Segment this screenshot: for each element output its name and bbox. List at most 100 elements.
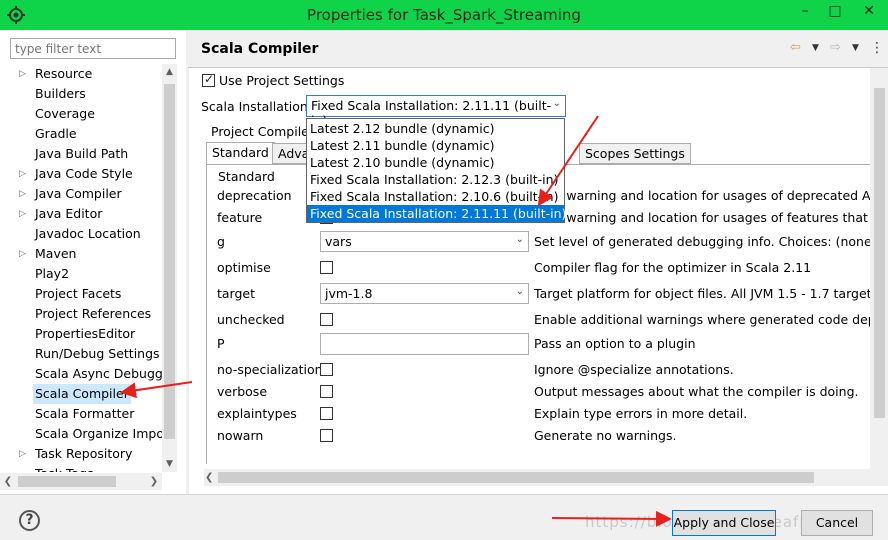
option-text-input[interactable] bbox=[320, 333, 529, 355]
expand-caret-icon[interactable]: ▷ bbox=[19, 204, 26, 224]
tree-item[interactable]: Javadoc Location bbox=[0, 224, 162, 244]
tree-item[interactable]: Coverage bbox=[0, 104, 162, 124]
chevron-down-icon: ⌄ bbox=[515, 286, 524, 297]
maximize-button[interactable]: □ bbox=[820, 0, 850, 22]
tree-horizontal-scrollbar[interactable]: ❮ ❯ bbox=[0, 473, 162, 490]
tree-item[interactable]: Project Facets bbox=[0, 284, 162, 304]
content-vertical-scrollbar[interactable] bbox=[870, 68, 888, 469]
tree-item[interactable]: ▷ Maven bbox=[0, 244, 162, 264]
option-name: deprecation bbox=[217, 188, 292, 203]
tree-item[interactable]: ▷ Java Code Style bbox=[0, 164, 162, 184]
tree-item[interactable]: Java Build Path bbox=[0, 144, 162, 164]
option-checkbox[interactable] bbox=[320, 363, 333, 376]
tree-item[interactable]: Run/Debug Settings bbox=[0, 344, 162, 364]
scroll-thumb[interactable] bbox=[874, 88, 885, 418]
dropdown-option[interactable]: Latest 2.11 bundle (dynamic) bbox=[307, 137, 564, 154]
use-project-settings-checkbox[interactable] bbox=[202, 72, 215, 87]
option-checkbox[interactable] bbox=[320, 313, 333, 326]
tree-item[interactable]: ▷ Resource bbox=[0, 64, 162, 84]
help-icon[interactable]: ? bbox=[19, 510, 40, 531]
cancel-button[interactable]: Cancel bbox=[801, 510, 873, 536]
back-arrow-icon[interactable]: ⇦ bbox=[790, 40, 801, 55]
tree-item-label: Java Editor bbox=[35, 206, 103, 221]
expand-caret-icon[interactable]: ▷ bbox=[19, 184, 26, 204]
use-project-settings-label: Use Project Settings bbox=[219, 73, 345, 88]
tree-item[interactable]: PropertiesEditor bbox=[0, 324, 162, 344]
option-checkbox[interactable] bbox=[320, 261, 333, 274]
tree-item-label: Gradle bbox=[35, 126, 77, 141]
scroll-right-icon[interactable]: ❯ bbox=[146, 473, 162, 490]
tree-item-label: Project References bbox=[35, 306, 152, 321]
option-row: unchecked Enable additional warnings wher… bbox=[207, 309, 888, 331]
dropdown-option[interactable]: Fixed Scala Installation: 2.12.3 (built-… bbox=[307, 171, 564, 188]
option-select[interactable]: vars ⌄ bbox=[320, 231, 529, 252]
option-name: optimise bbox=[217, 260, 271, 275]
scroll-thumb[interactable] bbox=[18, 476, 116, 487]
option-row: nowarn Generate no warnings. bbox=[207, 425, 888, 447]
apply-and-close-button[interactable]: Apply and Close bbox=[672, 510, 776, 536]
tree-item[interactable]: Play2 bbox=[0, 264, 162, 284]
scroll-down-icon[interactable]: ▼ bbox=[162, 456, 177, 472]
back-menu-icon[interactable]: ▼ bbox=[812, 43, 819, 53]
option-description: Set level of generated debugging info. C… bbox=[534, 234, 888, 249]
tree-item-label: Task Tags bbox=[35, 464, 94, 472]
option-row: explaintypes Explain type errors in more … bbox=[207, 403, 888, 425]
tree-item-label: Scala Formatter bbox=[35, 406, 135, 421]
tree-vertical-scrollbar[interactable]: ▲ ▼ bbox=[162, 64, 177, 472]
right-panel: Scala Compiler ⇦ ▼ ⇨ ▼ ⋮ Use Project Set… bbox=[188, 30, 888, 494]
tree-item[interactable]: ▷ Task Repository bbox=[0, 444, 162, 464]
view-menu-icon[interactable]: ⋮ bbox=[870, 40, 884, 56]
tree-item[interactable]: Gradle bbox=[0, 124, 162, 144]
tree-item[interactable]: Scala Formatter bbox=[0, 404, 162, 424]
option-description: Output messages about what the compiler … bbox=[534, 384, 859, 399]
expand-caret-icon[interactable]: ▷ bbox=[19, 244, 26, 264]
tree-item[interactable]: Project References bbox=[0, 304, 162, 324]
tree-item[interactable]: Task Tags bbox=[0, 464, 162, 472]
option-name: P bbox=[217, 336, 225, 351]
scroll-thumb[interactable] bbox=[164, 84, 175, 439]
filter-input[interactable] bbox=[10, 38, 176, 59]
option-checkbox[interactable] bbox=[320, 429, 333, 442]
tree-item[interactable]: ▷ Java Compiler bbox=[0, 184, 162, 204]
option-select[interactable]: jvm-1.8 ⌄ bbox=[320, 283, 529, 304]
tree-item-label: Run/Debug Settings bbox=[35, 346, 160, 361]
dropdown-option[interactable]: Latest 2.12 bundle (dynamic) bbox=[307, 120, 564, 137]
tab-scopes-settings[interactable]: Scopes Settings bbox=[579, 143, 691, 164]
dropdown-option[interactable]: Fixed Scala Installation: 2.11.11 (built… bbox=[307, 205, 566, 222]
forward-menu-icon[interactable]: ▼ bbox=[852, 43, 859, 53]
tree-item-label: Maven bbox=[35, 246, 77, 261]
minimize-button[interactable]: – bbox=[790, 0, 820, 22]
expand-caret-icon[interactable]: ▷ bbox=[19, 64, 26, 84]
tree-item-label: Task Repository bbox=[35, 446, 133, 461]
expand-caret-icon[interactable]: ▷ bbox=[19, 444, 26, 464]
content-horizontal-scrollbar[interactable]: ❮ bbox=[204, 469, 888, 486]
option-row: target jvm-1.8 ⌄ Target platform for object… bbox=[207, 283, 888, 305]
option-name: no-specialization bbox=[217, 362, 323, 377]
option-description: Emit warning and location for usages of … bbox=[534, 188, 888, 203]
option-name: explaintypes bbox=[217, 406, 297, 421]
window-title: Properties for Task_Spark_Streaming bbox=[307, 6, 581, 24]
scroll-left-icon[interactable]: ❮ bbox=[0, 473, 16, 490]
scala-installation-label: Scala Installation bbox=[201, 99, 308, 114]
tree-item[interactable]: Scala Async Debugge bbox=[0, 364, 162, 384]
option-checkbox[interactable] bbox=[320, 385, 333, 398]
option-checkbox[interactable] bbox=[320, 407, 333, 420]
scroll-up-icon[interactable]: ▲ bbox=[162, 64, 177, 80]
scala-installation-select[interactable]: Fixed Scala Installation: 2.11.11 (built… bbox=[306, 95, 566, 128]
option-select-value: vars bbox=[325, 234, 352, 249]
close-button[interactable]: ✕ bbox=[850, 0, 888, 22]
option-name: unchecked bbox=[217, 312, 285, 327]
dropdown-option[interactable]: Fixed Scala Installation: 2.10.6 (built-… bbox=[307, 188, 564, 205]
forward-arrow-icon[interactable]: ⇨ bbox=[830, 40, 841, 55]
expand-caret-icon[interactable]: ▷ bbox=[19, 164, 26, 184]
scroll-thumb[interactable] bbox=[218, 472, 814, 483]
tree-item[interactable]: Builders bbox=[0, 84, 162, 104]
tab-standard[interactable]: Standard bbox=[206, 142, 275, 165]
tree-item[interactable]: ▷ Java Editor bbox=[0, 204, 162, 224]
bottom-bar: ? https://blog.csdn.net/leafily Apply an… bbox=[0, 494, 888, 540]
scroll-left-icon[interactable]: ❮ bbox=[205, 469, 213, 486]
tree-item[interactable]: Scala Organize Impor bbox=[0, 424, 162, 444]
tree-item[interactable]: Scala Compiler bbox=[0, 384, 162, 404]
chevron-down-icon: ⌄ bbox=[552, 98, 561, 109]
dropdown-option[interactable]: Latest 2.10 bundle (dynamic) bbox=[307, 154, 564, 171]
